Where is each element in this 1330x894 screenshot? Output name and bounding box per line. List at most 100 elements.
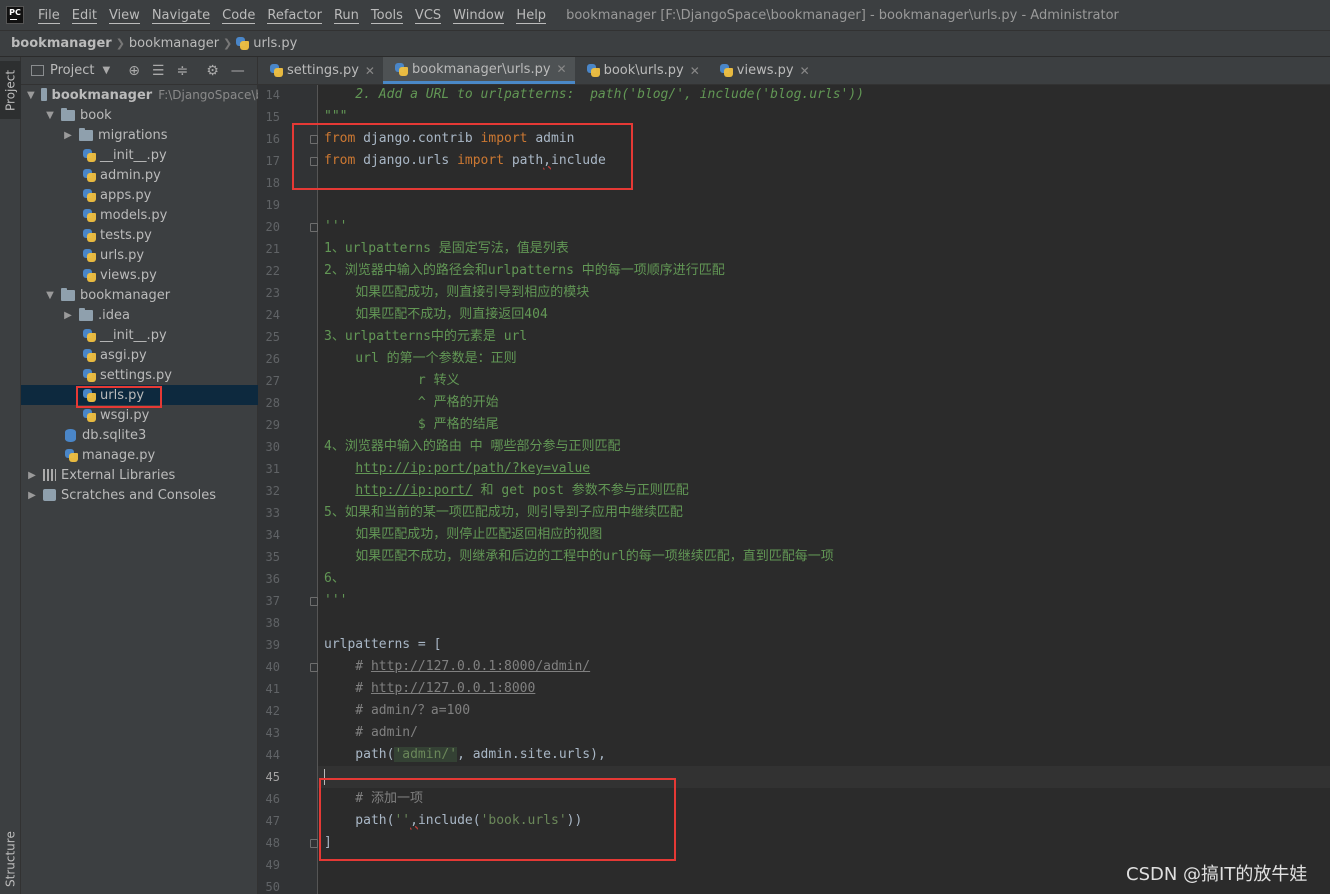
tree-item-label: manage.py [82,447,156,463]
line-number-gutter[interactable]: 14 15 16 17 18 19 20 21 22 23 24 25 26 2… [258,85,318,894]
close-icon[interactable]: ✕ [557,62,567,76]
tree-item-label: db.sqlite3 [82,427,147,443]
tree-item-label: __init__.py [100,147,167,163]
fold-marker-icon[interactable] [310,135,318,144]
line-number: 33 [265,506,280,520]
tree-item-label: __init__.py [100,327,167,343]
chevron-right-icon[interactable]: ▶ [63,130,73,141]
tab-book-urls[interactable]: book\urls.py ✕ [575,57,708,84]
chevron-right-icon[interactable]: ▶ [27,470,37,481]
chevron-down-icon[interactable]: ▼ [102,65,110,76]
fold-marker-icon[interactable] [310,663,318,672]
code-line: from django.contrib import admin [324,128,574,150]
code-token-warning: , [543,153,551,168]
code-link[interactable]: http://ip:port/path/?key=value [355,461,590,476]
code-line: ''' [324,593,348,608]
breadcrumb-separator-icon: ❯ [115,37,125,50]
python-file-icon [83,208,96,222]
breadcrumb-package[interactable]: bookmanager [125,36,223,51]
code-token: # [324,659,371,674]
locate-file-icon[interactable]: ⊕ [128,63,140,79]
line-number: 36 [265,572,280,586]
line-number: 43 [265,726,280,740]
breadcrumb-project[interactable]: bookmanager [0,36,116,51]
tree-item-label: urls.py [100,387,145,403]
code-line: # admin/？a=100 [324,703,471,718]
menu-refactor[interactable]: Refactor [261,7,328,24]
code-token: path( [324,813,395,828]
code-editor[interactable]: 2. Add a URL to urlpatterns: path('blog/… [318,85,1330,894]
code-token: path [504,153,544,168]
string-token: 'admin/' [394,747,458,762]
python-file-icon [719,64,733,77]
expand-all-icon[interactable]: ☰ [152,63,165,79]
python-file-icon [83,188,96,202]
menu-view[interactable]: View [103,7,146,24]
structure-tool-tab[interactable]: Structure [0,827,21,891]
line-number: 32 [265,484,280,498]
menu-help[interactable]: Help [510,7,552,24]
python-file-icon [65,448,78,462]
menu-window[interactable]: Window [447,7,510,24]
breadcrumb-file[interactable]: urls.py [232,36,301,51]
tree-item-root[interactable]: ▼ bookmanager F:\DjangoSpace\b [21,85,263,105]
hide-panel-icon[interactable]: — [231,63,245,79]
menu-code[interactable]: Code [216,7,261,24]
project-panel-header: Project ▼ ⊕ ☰ ≑ ⚙ — [21,57,257,85]
line-number: 27 [265,374,280,388]
menu-vcs[interactable]: VCS [409,7,447,24]
code-link[interactable]: http://127.0.0.1:8000/admin/ [371,659,590,674]
menu-tools[interactable]: Tools [365,7,409,24]
tab-views[interactable]: views.py ✕ [708,57,818,84]
code-line: 如果匹配成功，则停止匹配返回相应的视图 [324,527,603,542]
python-file-icon [236,37,250,50]
project-tool-tab[interactable]: Project [0,61,21,119]
fold-marker-icon[interactable] [310,839,318,848]
chevron-down-icon[interactable]: ▼ [45,110,55,121]
gear-icon[interactable]: ⚙ [206,63,219,79]
python-file-icon [83,268,96,282]
string-token: '' [394,813,411,828]
close-icon[interactable]: ✕ [365,64,375,78]
tree-item-bookmanager[interactable]: ▼ bookmanager [21,285,281,305]
menu-file[interactable]: File [32,7,66,24]
project-panel-title[interactable]: Project [50,63,94,78]
fold-marker-icon[interactable] [310,223,318,232]
tree-item-book[interactable]: ▼ book [21,105,281,125]
tab-bookmanager-urls[interactable]: bookmanager\urls.py ✕ [382,57,575,84]
tab-label: views.py [736,63,794,78]
chevron-down-icon[interactable]: ▼ [27,90,35,101]
line-number: 20 [265,220,280,234]
menu-run[interactable]: Run [328,7,365,24]
line-number: 23 [265,286,280,300]
tree-item-scratches[interactable]: ▶ Scratches and Consoles [21,485,263,505]
menu-edit[interactable]: Edit [66,7,103,24]
code-link[interactable]: http://ip:port/ [355,483,472,498]
python-file-icon [83,148,96,162]
close-icon[interactable]: ✕ [690,64,700,78]
code-token: path( [324,747,395,762]
chevron-down-icon[interactable]: ▼ [45,290,55,301]
chevron-right-icon[interactable]: ▶ [63,310,73,321]
code-token: django.contrib [355,131,481,146]
code-token-warning: , [410,813,418,828]
menu-navigate[interactable]: Navigate [146,7,216,24]
code-link[interactable]: http://127.0.0.1:8000 [371,681,535,696]
fold-marker-icon[interactable] [310,597,318,606]
code-token: 和 get post 参数不参与正则匹配 [472,483,689,498]
line-number: 34 [265,528,280,542]
tab-settings[interactable]: settings.py ✕ [258,57,383,84]
tree-item-external-libraries[interactable]: ▶ External Libraries [21,465,263,485]
tree-item-label: apps.py [100,187,152,203]
project-panel: Project ▼ ⊕ ☰ ≑ ⚙ — ▼ bookmanager F:\Dja… [21,57,319,894]
fold-marker-icon[interactable] [310,157,318,166]
tree-item-label: External Libraries [61,467,176,483]
tree-item-label: views.py [100,267,157,283]
line-number: 38 [265,616,280,630]
collapse-all-icon[interactable]: ≑ [176,63,188,79]
keyword-token: import [480,131,528,146]
chevron-right-icon[interactable]: ▶ [27,490,37,501]
keyword-token: from [324,153,356,168]
close-icon[interactable]: ✕ [800,64,810,78]
